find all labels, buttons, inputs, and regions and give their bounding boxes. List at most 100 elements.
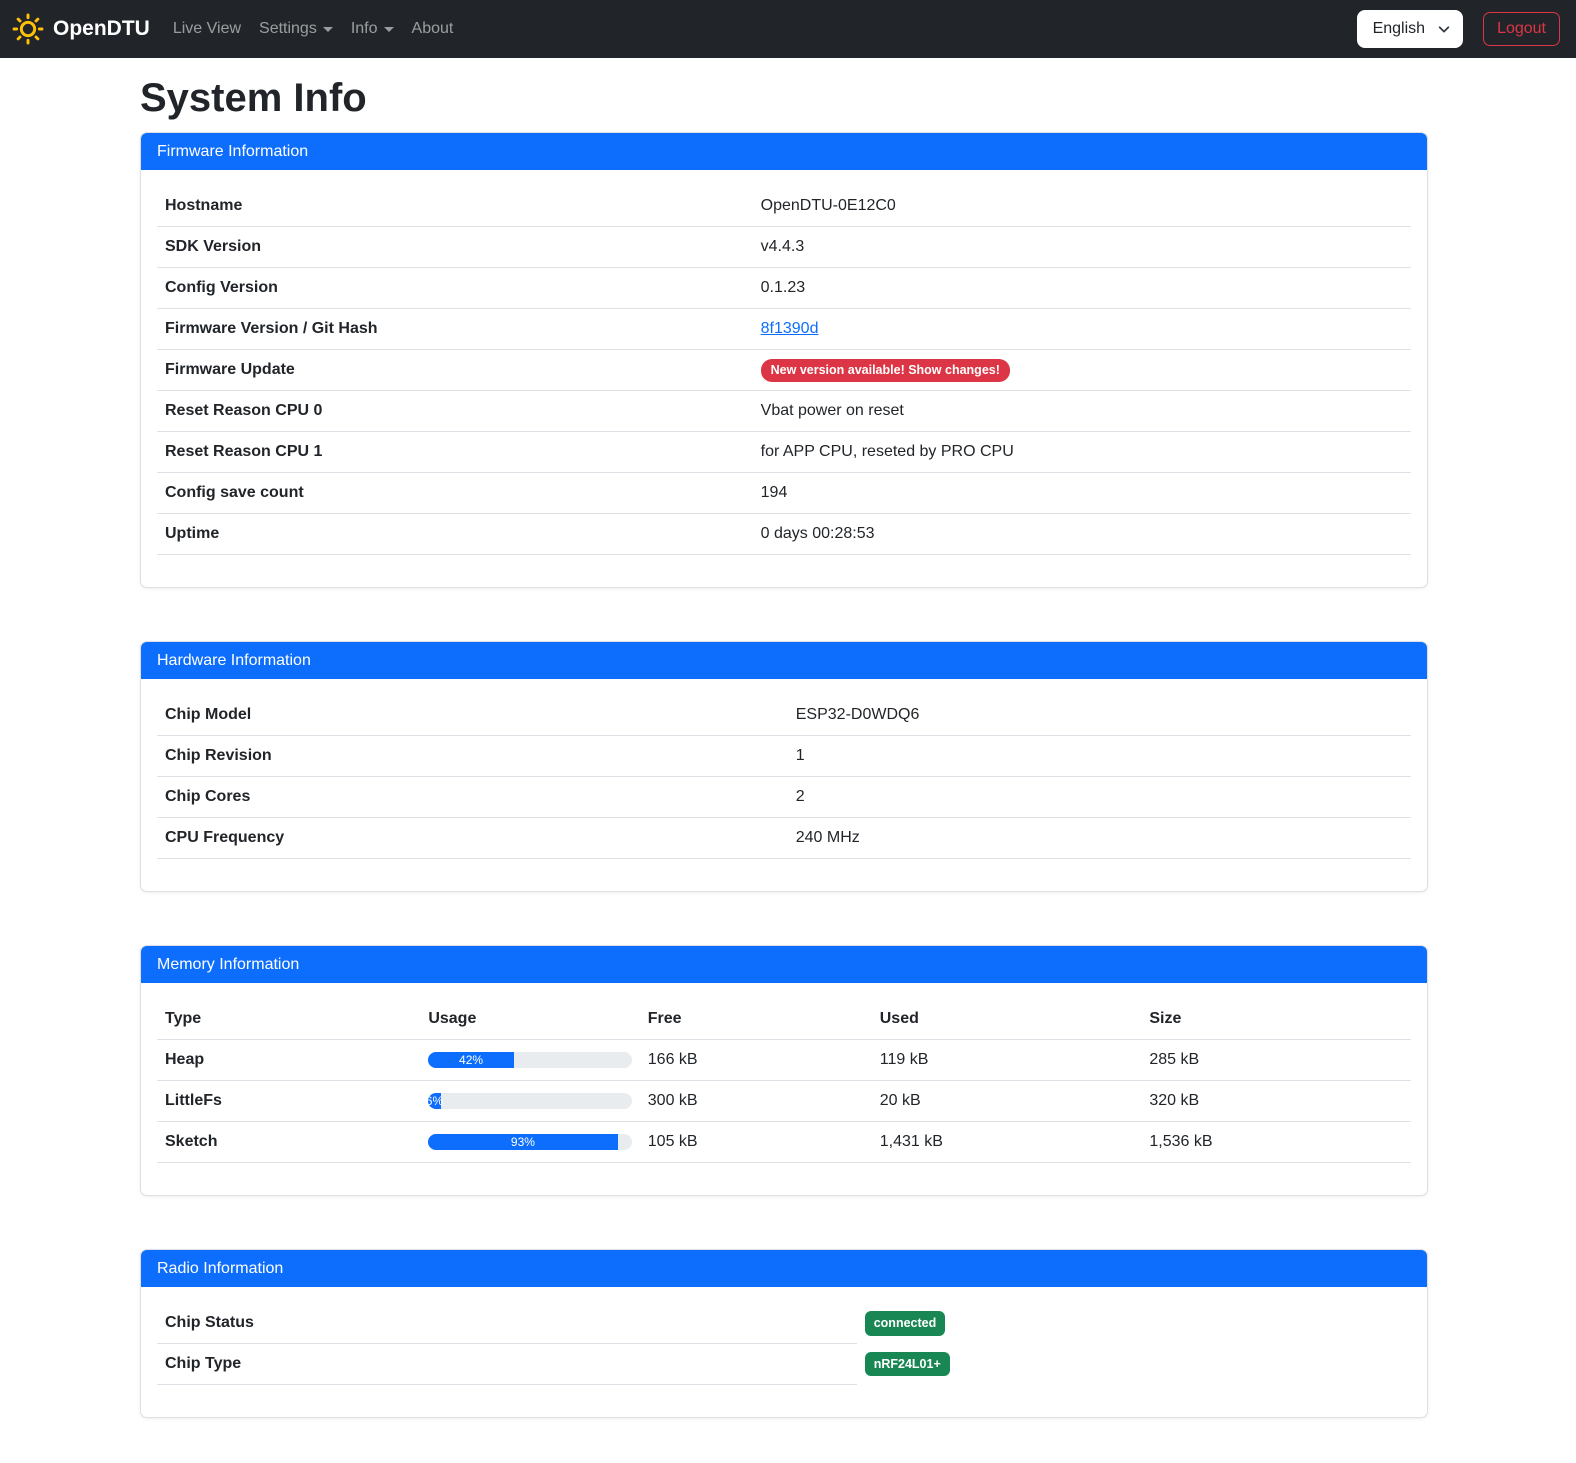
size-value: 285 kB	[1141, 1040, 1411, 1081]
row-label: Sketch	[157, 1122, 420, 1163]
row-label: Config Version	[157, 268, 753, 309]
column-header-size: Size	[1141, 999, 1411, 1040]
main-content: System Info Firmware Information Hostnam…	[140, 76, 1428, 1418]
row-value: 2	[788, 777, 1411, 818]
row-value: 194	[753, 473, 1411, 514]
used-value: 119 kB	[872, 1040, 1142, 1081]
table-row: Hostname OpenDTU-0E12C0	[157, 186, 1411, 227]
row-label: Chip Model	[157, 695, 788, 736]
used-value: 1,431 kB	[872, 1122, 1142, 1163]
row-label: Chip Revision	[157, 736, 788, 777]
table-row: Reset Reason CPU 1 for APP CPU, reseted …	[157, 432, 1411, 473]
size-value: 1,536 kB	[1141, 1122, 1411, 1163]
progress-label: 93%	[511, 1134, 535, 1150]
table-row: Sketch 93% 105 kB 1,431 kB 1,536 kB	[157, 1122, 1411, 1163]
usage-cell: 6%	[420, 1081, 639, 1122]
row-value: connected	[857, 1303, 1411, 1344]
table-row: CPU Frequency 240 MHz	[157, 818, 1411, 859]
row-label: LittleFs	[157, 1081, 420, 1122]
sketch-progress-bar: 93%	[428, 1134, 617, 1150]
card-body: Chip Status connected Chip Type nRF24L01…	[141, 1287, 1427, 1417]
free-value: 105 kB	[640, 1122, 872, 1163]
littlefs-progress-bar: 6%	[428, 1093, 440, 1109]
git-hash-link[interactable]: 8f1390d	[761, 320, 819, 337]
hardware-table: Chip Model ESP32-D0WDQ6 Chip Revision 1 …	[157, 695, 1411, 859]
nav-item-label: Settings	[259, 20, 317, 38]
nav-links: Live View Settings Info About	[164, 12, 463, 46]
firmware-update-badge[interactable]: New version available! Show changes!	[761, 359, 1010, 382]
littlefs-progress-track: 6%	[428, 1093, 631, 1109]
heap-progress-bar: 42%	[428, 1052, 513, 1068]
progress-label: 6%	[428, 1093, 443, 1109]
hardware-information-card: Hardware Information Chip Model ESP32-D0…	[140, 641, 1428, 892]
nav-item-about[interactable]: About	[403, 12, 463, 46]
card-body: Chip Model ESP32-D0WDQ6 Chip Revision 1 …	[141, 679, 1427, 891]
free-value: 166 kB	[640, 1040, 872, 1081]
memory-information-card: Memory Information Type Usage Free Used …	[140, 945, 1428, 1196]
row-label: Firmware Update	[157, 350, 753, 391]
progress-label: 42%	[459, 1052, 483, 1068]
row-label: Config save count	[157, 473, 753, 514]
nav-item-settings[interactable]: Settings	[250, 12, 342, 46]
language-select-value: English	[1373, 20, 1425, 38]
chip-status-badge: connected	[865, 1311, 946, 1336]
card-header: Memory Information	[141, 946, 1427, 983]
memory-table: Type Usage Free Used Size Heap 42%	[157, 999, 1411, 1163]
table-row: Chip Type nRF24L01+	[157, 1344, 1411, 1385]
table-row: SDK Version v4.4.3	[157, 227, 1411, 268]
row-value: 240 MHz	[788, 818, 1411, 859]
nav-item-info[interactable]: Info	[342, 12, 403, 46]
row-value: for APP CPU, reseted by PRO CPU	[753, 432, 1411, 473]
table-row: LittleFs 6% 300 kB 20 kB 320 kB	[157, 1081, 1411, 1122]
logout-button[interactable]: Logout	[1483, 12, 1560, 46]
nav-item-live-view[interactable]: Live View	[164, 12, 250, 46]
table-row: Firmware Version / Git Hash 8f1390d	[157, 309, 1411, 350]
table-row: Chip Cores 2	[157, 777, 1411, 818]
language-select[interactable]: English	[1357, 10, 1463, 48]
table-row: Firmware Update New version available! S…	[157, 350, 1411, 391]
firmware-table: Hostname OpenDTU-0E12C0 SDK Version v4.4…	[157, 186, 1411, 555]
column-header-used: Used	[872, 999, 1142, 1040]
table-row: Chip Revision 1	[157, 736, 1411, 777]
card-header: Firmware Information	[141, 133, 1427, 170]
table-row: Uptime 0 days 00:28:53	[157, 514, 1411, 555]
chevron-down-icon	[1437, 22, 1451, 36]
used-value: 20 kB	[872, 1081, 1142, 1122]
table-header-row: Type Usage Free Used Size	[157, 999, 1411, 1040]
chip-type-badge: nRF24L01+	[865, 1352, 950, 1377]
table-row: Reset Reason CPU 0 Vbat power on reset	[157, 391, 1411, 432]
row-label: Chip Status	[157, 1303, 857, 1344]
brand-link[interactable]: OpenDTU	[12, 13, 150, 45]
caret-down-icon	[323, 27, 333, 32]
page-title: System Info	[140, 76, 1428, 120]
table-row: Config Version 0.1.23	[157, 268, 1411, 309]
usage-cell: 42%	[420, 1040, 639, 1081]
row-label: Hostname	[157, 186, 753, 227]
brand-label: OpenDTU	[53, 17, 150, 41]
nav-item-label: About	[412, 20, 454, 38]
table-row: Heap 42% 166 kB 119 kB 285 kB	[157, 1040, 1411, 1081]
table-row: Chip Model ESP32-D0WDQ6	[157, 695, 1411, 736]
firmware-information-card: Firmware Information Hostname OpenDTU-0E…	[140, 132, 1428, 588]
column-header-usage: Usage	[420, 999, 639, 1040]
row-label: Reset Reason CPU 0	[157, 391, 753, 432]
row-value: 1	[788, 736, 1411, 777]
card-body: Type Usage Free Used Size Heap 42%	[141, 983, 1427, 1195]
row-value: ESP32-D0WDQ6	[788, 695, 1411, 736]
row-value: 0 days 00:28:53	[753, 514, 1411, 555]
sketch-progress-track: 93%	[428, 1134, 631, 1150]
row-value: New version available! Show changes!	[753, 350, 1411, 391]
usage-cell: 93%	[420, 1122, 639, 1163]
row-label: Reset Reason CPU 1	[157, 432, 753, 473]
row-value: nRF24L01+	[857, 1344, 1411, 1385]
row-label: CPU Frequency	[157, 818, 788, 859]
row-value: 8f1390d	[753, 309, 1411, 350]
row-value: v4.4.3	[753, 227, 1411, 268]
table-row: Chip Status connected	[157, 1303, 1411, 1344]
row-label: Heap	[157, 1040, 420, 1081]
card-header: Hardware Information	[141, 642, 1427, 679]
navbar: OpenDTU Live View Settings Info About En…	[0, 0, 1576, 58]
row-value: 0.1.23	[753, 268, 1411, 309]
card-body: Hostname OpenDTU-0E12C0 SDK Version v4.4…	[141, 170, 1427, 587]
column-header-type: Type	[157, 999, 420, 1040]
